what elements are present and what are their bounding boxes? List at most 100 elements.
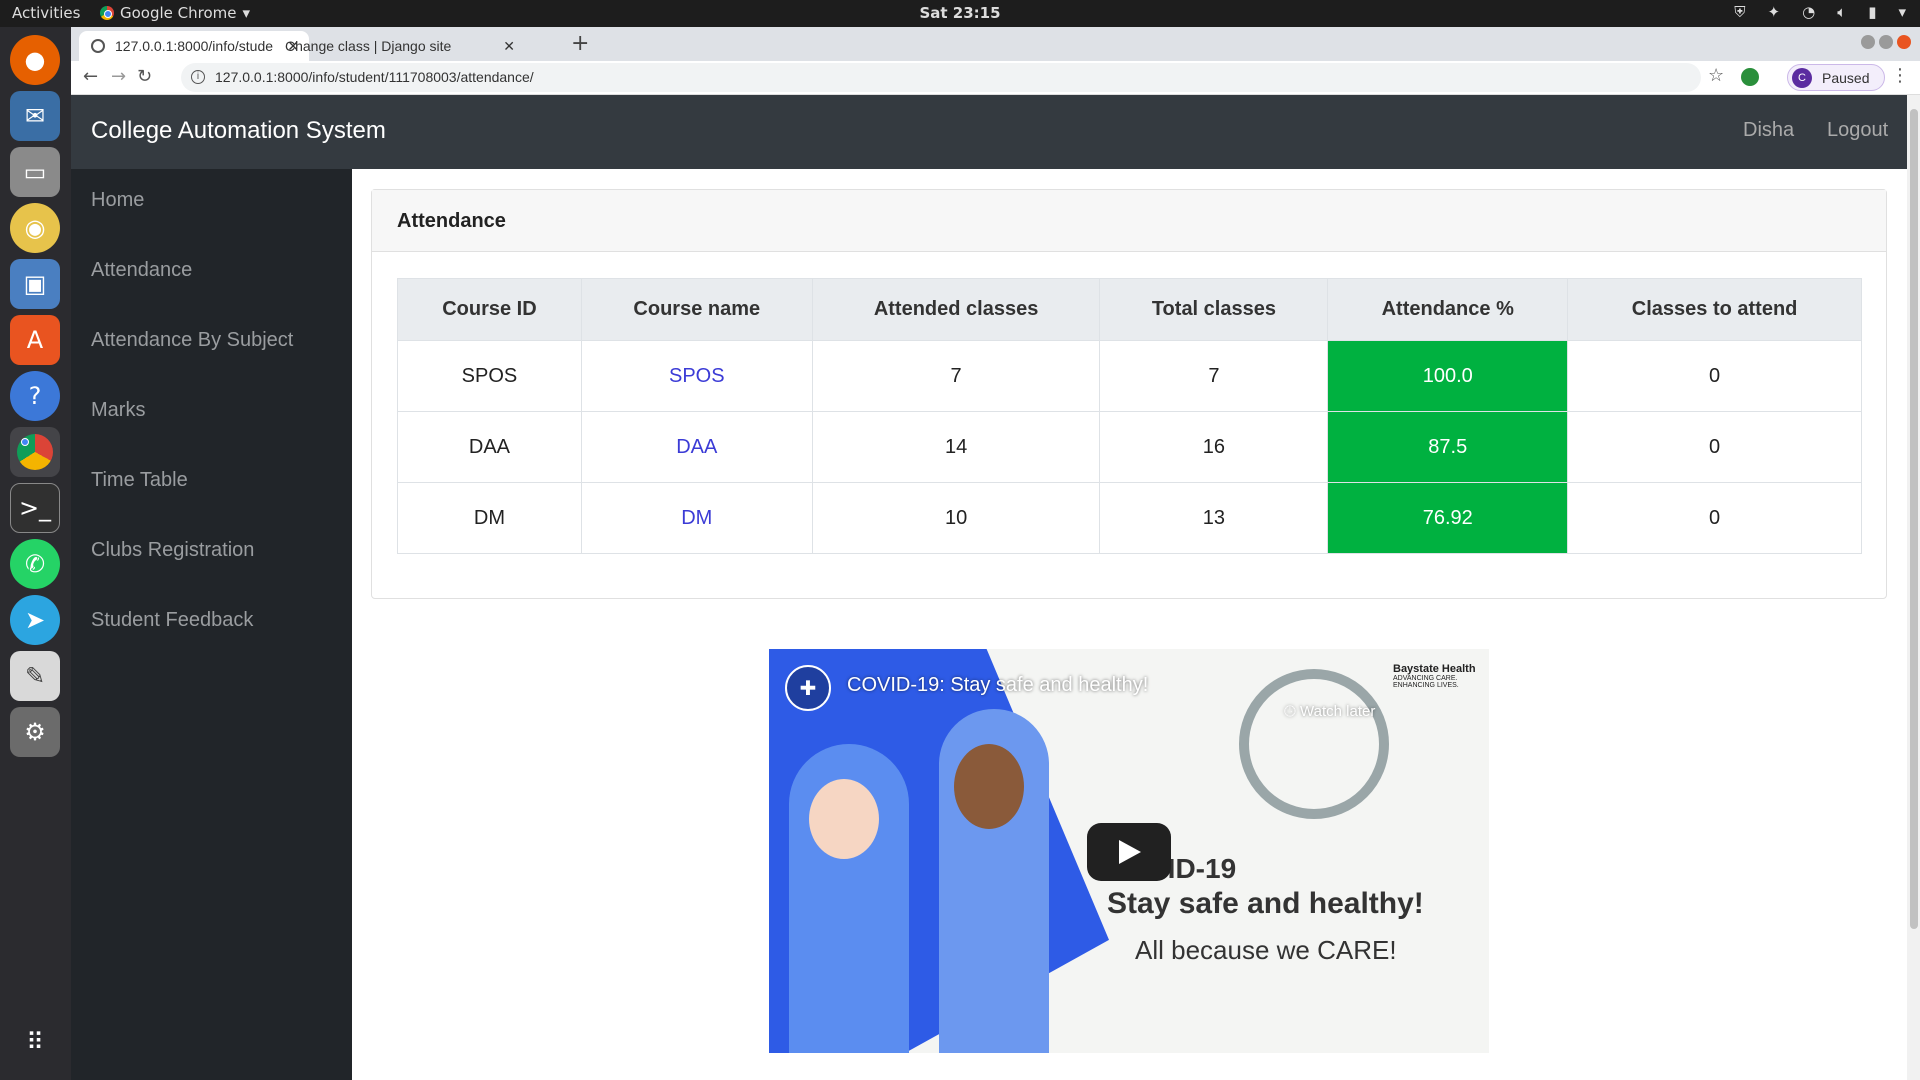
sidebar-item-attendance[interactable]: Attendance <box>91 259 192 282</box>
forward-icon[interactable]: → <box>111 66 126 87</box>
system-tray[interactable]: ⛨ ✦ ◔ 🔈︎ ▮ ▾ <box>1734 3 1906 21</box>
tab-title: Change class | Django site <box>285 38 452 54</box>
telegram-icon[interactable]: ➤ <box>10 595 60 645</box>
total-cell: 13 <box>1099 482 1329 554</box>
address-bar[interactable]: i 127.0.0.1:8000/info/student/111708003/… <box>181 63 1701 92</box>
tab-attendance[interactable]: 127.0.0.1:8000/info/stude ✕ <box>79 31 309 61</box>
channel-avatar[interactable]: ✚ <box>785 665 831 711</box>
attended-cell: 10 <box>811 482 1101 554</box>
maximize-button[interactable] <box>1879 35 1893 49</box>
more-menu-icon[interactable]: ⋮ <box>1891 65 1909 86</box>
new-tab-button[interactable]: + <box>571 31 589 56</box>
software-center-icon[interactable]: A <box>10 315 60 365</box>
column-header: Course name <box>580 278 813 341</box>
shield-icon[interactable]: ⛨ <box>1734 3 1745 21</box>
course-link[interactable]: DAA <box>676 436 717 458</box>
attendance-percent-cell: 87.5 <box>1327 411 1569 483</box>
sidebar: Home Attendance Attendance By Subject Ma… <box>71 169 352 1080</box>
user-link[interactable]: Disha <box>1743 119 1794 142</box>
column-header: Attendance % <box>1327 278 1569 341</box>
close-window-button[interactable] <box>1897 35 1911 49</box>
bookmark-star-icon[interactable]: ☆ <box>1708 65 1724 86</box>
back-icon[interactable]: ← <box>83 66 98 87</box>
thumbnail-tagline: All because we CARE! <box>1135 935 1397 965</box>
play-button[interactable] <box>1087 823 1171 881</box>
video-title[interactable]: COVID-19: Stay safe and healthy! <box>847 674 1148 697</box>
course-link[interactable]: DM <box>681 507 712 529</box>
course-name-cell: SPOS <box>580 340 813 412</box>
clock-icon: 🕓︎ <box>1284 703 1296 720</box>
sidebar-item-marks[interactable]: Marks <box>91 399 145 422</box>
sidebar-item-time-table[interactable]: Time Table <box>91 469 188 492</box>
info-icon[interactable]: i <box>191 70 205 84</box>
brand-link[interactable]: College Automation System <box>91 117 386 145</box>
top-navbar: College Automation System Disha Logout <box>71 95 1907 169</box>
column-header: Classes to attend <box>1567 278 1862 341</box>
virus-illustration <box>1239 669 1389 819</box>
course-id-cell: DAA <box>397 411 582 483</box>
column-header: Attended classes <box>811 278 1101 341</box>
image-viewer-icon[interactable]: ▣ <box>10 259 60 309</box>
watch-later-button[interactable]: 🕓︎ Watch later <box>1284 703 1375 720</box>
youtube-embed[interactable]: ✚ COVID-19: Stay safe and healthy! 🕓︎ Wa… <box>769 649 1489 1053</box>
profile-button[interactable]: C Paused <box>1787 64 1885 91</box>
reload-icon[interactable]: ↻ <box>137 66 152 87</box>
files-icon[interactable]: ▭ <box>10 147 60 197</box>
extension-icon[interactable] <box>1741 68 1759 86</box>
clock[interactable]: Sat 23:15 <box>0 4 1920 22</box>
logo-name: Baystate Health <box>1393 663 1476 675</box>
volume-icon[interactable]: 🔈︎ <box>1837 3 1846 21</box>
sidebar-item-student-feedback[interactable]: Student Feedback <box>91 609 253 632</box>
total-cell: 16 <box>1099 411 1329 483</box>
course-id-cell: SPOS <box>397 340 582 412</box>
attendance-table: Course ID Course name Attended classes T… <box>397 278 1862 554</box>
sidebar-item-home[interactable]: Home <box>91 189 144 212</box>
page-scrollbar[interactable] <box>1907 95 1920 1080</box>
classes-to-attend-cell: 0 <box>1567 411 1862 483</box>
show-apps-icon[interactable]: ⠿ <box>10 1017 60 1067</box>
thunderbird-icon[interactable]: ✉ <box>10 91 60 141</box>
watch-later-label: Watch later <box>1300 703 1376 720</box>
globe-icon <box>91 39 105 53</box>
whatsapp-icon[interactable]: ✆ <box>10 539 60 589</box>
dropbox-icon[interactable]: ✦ <box>1768 3 1781 21</box>
thumbnail-subheading: Stay safe and healthy! <box>1107 887 1424 920</box>
total-cell: 7 <box>1099 340 1329 412</box>
attended-cell: 14 <box>811 411 1101 483</box>
table-row: SPOS SPOS 7 7 100.0 0 <box>397 340 1862 412</box>
firefox-icon[interactable]: ● <box>10 35 60 85</box>
text-editor-icon[interactable]: ✎ <box>10 651 60 701</box>
rhythmbox-icon[interactable]: ◉ <box>10 203 60 253</box>
doctor-face <box>954 744 1024 829</box>
attended-cell: 7 <box>811 340 1101 412</box>
chrome-dock-icon[interactable] <box>10 427 60 477</box>
classes-to-attend-cell: 0 <box>1567 482 1862 554</box>
sidebar-item-attendance-by-subject[interactable]: Attendance By Subject <box>91 329 293 352</box>
help-icon[interactable]: ? <box>10 371 60 421</box>
system-top-bar: Activities Google Chrome ▾ Sat 23:15 ⛨ ✦… <box>0 0 1920 27</box>
settings-icon[interactable]: ⚙ <box>10 707 60 757</box>
table-row: DM DM 10 13 76.92 0 <box>397 482 1862 554</box>
terminal-icon[interactable]: >_ <box>10 483 60 533</box>
sidebar-item-clubs-registration[interactable]: Clubs Registration <box>91 539 254 562</box>
logout-link[interactable]: Logout <box>1827 119 1888 142</box>
close-icon[interactable]: ✕ <box>503 38 515 55</box>
attendance-card: Attendance Course ID Course name Attende… <box>371 189 1887 599</box>
course-id-cell: DM <box>397 482 582 554</box>
course-link[interactable]: SPOS <box>669 365 725 387</box>
attendance-percent-cell: 100.0 <box>1327 340 1569 412</box>
table-row: DAA DAA 14 16 87.5 0 <box>397 411 1862 483</box>
tab-django-admin[interactable]: Change class | Django site ✕ <box>285 31 525 61</box>
minimize-button[interactable] <box>1861 35 1875 49</box>
column-header: Course ID <box>397 278 582 341</box>
logo-tagline: ADVANCING CARE. ENHANCING LIVES. <box>1393 675 1459 689</box>
nurse-face <box>809 779 879 859</box>
avatar: C <box>1792 67 1812 88</box>
chevron-down-icon[interactable]: ▾ <box>1898 3 1906 21</box>
battery-icon[interactable]: ▮ <box>1868 3 1876 21</box>
profile-status: Paused <box>1822 69 1870 86</box>
column-header: Total classes <box>1099 278 1329 341</box>
scrollbar-thumb[interactable] <box>1910 109 1918 929</box>
wifi-icon[interactable]: ◔ <box>1802 3 1815 21</box>
browser-toolbar: ← → ↻ i 127.0.0.1:8000/info/student/1117… <box>71 61 1920 95</box>
